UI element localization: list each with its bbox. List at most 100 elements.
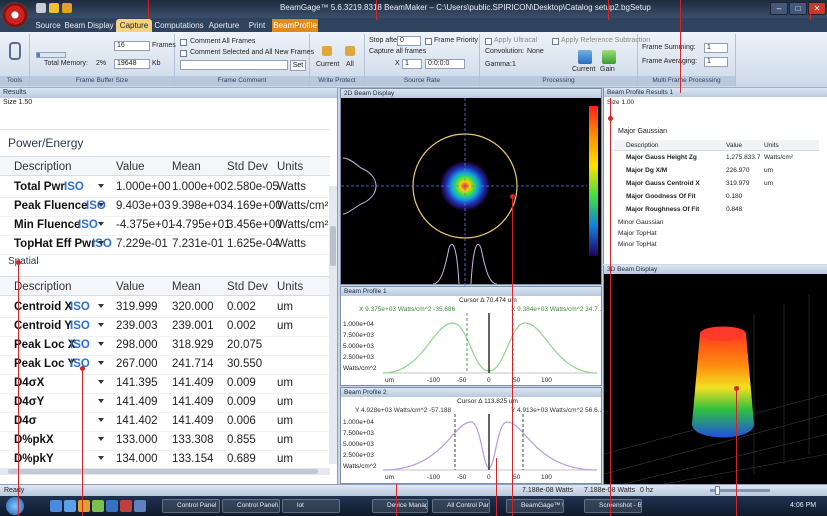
major-gaussian-group[interactable]: Major Gaussian: [618, 128, 667, 135]
current-icon[interactable]: [578, 50, 592, 64]
beam-display-3d[interactable]: 3D Beam Display: [603, 265, 827, 484]
table-row[interactable]: D4σ 141.402 141.409 0.006 um: [0, 411, 330, 432]
comment-all-checkbox[interactable]: [180, 39, 187, 46]
set-button[interactable]: Set: [290, 60, 306, 71]
chevron-down-icon[interactable]: [98, 380, 104, 384]
quick-launch-icon[interactable]: [92, 500, 104, 512]
chevron-down-icon[interactable]: [98, 418, 104, 422]
zoom-slider-thumb[interactable]: [715, 486, 720, 495]
table-row[interactable]: Peak Loc Y ISO 267.000 241.714 30.550: [0, 354, 330, 375]
reference-checkbox[interactable]: [552, 38, 559, 45]
chevron-down-icon[interactable]: [98, 456, 104, 460]
beam-display-2d[interactable]: 2D Beam Display: [340, 88, 603, 286]
iso-label[interactable]: ISO: [70, 320, 90, 332]
table-row[interactable]: D4σY 141.409 141.409 0.009 um: [0, 392, 330, 413]
minor-tophat-group[interactable]: Minor TopHat: [618, 241, 657, 248]
taskbar-item[interactable]: All Control Pan...: [432, 499, 490, 513]
chevron-down-icon[interactable]: [98, 184, 104, 188]
profile-results-size[interactable]: Size 1.00: [607, 99, 634, 106]
minor-gaussian-group[interactable]: Minor Gaussian: [618, 219, 664, 226]
chevron-down-icon[interactable]: [98, 437, 104, 441]
chevron-down-icon[interactable]: [98, 399, 104, 403]
beam-display-2d-canvas[interactable]: [341, 98, 603, 286]
convolution-select[interactable]: None: [527, 48, 544, 55]
scrollbar-thumb[interactable]: [330, 226, 336, 266]
table-row[interactable]: Centroid Y ISO 239.003 239.001 0.002 um: [0, 316, 330, 337]
comment-input[interactable]: [180, 60, 288, 70]
taskbar-item[interactable]: BeamGage™ 5.6: [506, 499, 564, 513]
quick-launch-icon[interactable]: [120, 500, 132, 512]
beam-display-3d-canvas[interactable]: [604, 274, 827, 484]
table-row[interactable]: Major Roughness Of Fit 0.848: [614, 204, 819, 217]
tab-aperture[interactable]: Aperture: [206, 19, 242, 32]
warning-icon[interactable]: [62, 3, 72, 13]
table-row[interactable]: Peak Loc X ISO 298.000 318.929 20.075: [0, 335, 330, 356]
chevron-down-icon[interactable]: [98, 304, 104, 308]
taskbar-item[interactable]: Screenshot - Bea...: [584, 499, 642, 513]
table-row[interactable]: Major Gauss Height Zg 1,275.833.7 Watts/cm…: [614, 152, 819, 165]
table-row[interactable]: Major Dg X/M 226.970 um: [614, 165, 819, 178]
table-row[interactable]: TopHat Eff Pwr ISO 7.229e-01 7.231e-01 1.625…: [0, 234, 330, 255]
chevron-down-icon[interactable]: [98, 342, 104, 346]
table-row[interactable]: Major Goodness Of Fit 0.180: [614, 191, 819, 204]
tab-capture[interactable]: Capture: [116, 19, 152, 32]
table-row[interactable]: Peak Fluence ISO 9.403e+03 9.398e+03 4.169e+…: [0, 196, 330, 217]
ultracal-checkbox[interactable]: [485, 38, 492, 45]
quick-launch-icon[interactable]: [64, 500, 76, 512]
iso-label[interactable]: ISO: [78, 219, 98, 231]
chevron-down-icon[interactable]: [98, 323, 104, 327]
time-input[interactable]: 0:0:0:0: [425, 59, 465, 69]
chevron-down-icon[interactable]: [98, 361, 104, 365]
gamma-value[interactable]: 1: [512, 61, 516, 68]
scrollbar-thumb[interactable]: [8, 469, 318, 474]
taskbar-item[interactable]: Device Manager: [372, 499, 428, 513]
table-row[interactable]: D4σX 141.395 141.409 0.009 um: [0, 373, 330, 394]
taskbar-item[interactable]: Control Panel\...: [222, 499, 280, 513]
chevron-down-icon[interactable]: [98, 203, 104, 207]
quick-launch-icon[interactable]: [78, 500, 90, 512]
minimize-button[interactable]: –: [770, 2, 788, 15]
results-horizontal-scrollbar[interactable]: [0, 468, 330, 475]
quick-launch-icon[interactable]: [50, 500, 62, 512]
maximize-button[interactable]: □: [789, 2, 807, 15]
tab-beamprofile[interactable]: BeamProfile: [272, 19, 318, 32]
gain-icon[interactable]: [602, 50, 616, 64]
results-size-label[interactable]: Size 1.50: [3, 99, 32, 106]
frame-priority-label[interactable]: Frame Priority: [434, 37, 478, 44]
tab-source[interactable]: Source: [34, 19, 62, 32]
quick-launch-icon[interactable]: [106, 500, 118, 512]
iso-label[interactable]: ISO: [64, 181, 84, 193]
spatial-section[interactable]: Spatial: [8, 256, 39, 267]
iso-label[interactable]: ISO: [70, 301, 90, 313]
tab-beam-display[interactable]: Beam Display: [64, 19, 114, 32]
memory-kb-input[interactable]: 19648: [114, 59, 150, 69]
comment-selected-checkbox[interactable]: [180, 50, 187, 57]
quick-access-icon[interactable]: [36, 3, 46, 13]
tab-computations[interactable]: Computations: [154, 19, 204, 32]
star-icon[interactable]: [49, 3, 59, 13]
chevron-down-icon[interactable]: [98, 222, 104, 226]
table-row[interactable]: D%pkX 133.000 133.308 0.855 um: [0, 430, 330, 451]
power-energy-section[interactable]: Power/Energy: [8, 136, 83, 150]
table-row[interactable]: Major Gauss Centroid X 319.979 um: [614, 178, 819, 191]
table-row[interactable]: Min Fluence ISO -4.375e+01 -4.795e+01 3.456e…: [0, 215, 330, 236]
taskbar-item[interactable]: Control Panel: [162, 499, 220, 513]
wrench-icon[interactable]: [9, 42, 21, 60]
x-input[interactable]: 1: [402, 59, 422, 69]
quick-launch-icon[interactable]: [134, 500, 146, 512]
start-button-icon[interactable]: [6, 497, 24, 515]
frame-summing-input[interactable]: 1: [704, 43, 728, 53]
profile-1-plot[interactable]: [383, 313, 597, 375]
table-row[interactable]: Total Pwr ISO 1.000e+00 1.000e+00 2.580e-05 W…: [0, 177, 330, 198]
lock-current-icon[interactable]: [322, 46, 332, 56]
chevron-down-icon[interactable]: [98, 241, 104, 245]
taskbar-item[interactable]: lot: [282, 499, 340, 513]
stop-after-input[interactable]: 0: [397, 36, 421, 46]
iso-label[interactable]: ISO: [70, 339, 90, 351]
tab-print[interactable]: Print: [244, 19, 270, 32]
table-row[interactable]: Centroid X ISO 319.999 320.000 0.002 um: [0, 297, 330, 318]
frame-averaging-input[interactable]: 1: [704, 57, 728, 67]
zoom-slider[interactable]: [710, 486, 770, 495]
results-vertical-scrollbar[interactable]: [329, 186, 337, 464]
app-logo-icon[interactable]: [2, 2, 28, 28]
